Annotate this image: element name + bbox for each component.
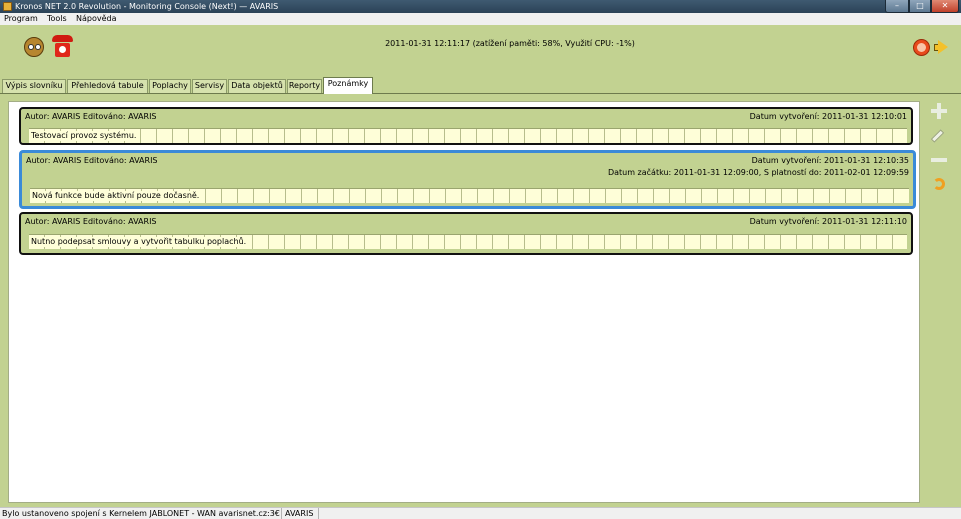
undo-button[interactable] bbox=[930, 175, 948, 193]
tab-services[interactable]: Servisy bbox=[192, 79, 227, 93]
maximize-button[interactable]: □ bbox=[909, 0, 931, 13]
menu-help[interactable]: Nápověda bbox=[76, 14, 117, 24]
status-bar: Bylo ustanoveno spojení s Kernelem JABLO… bbox=[0, 507, 961, 519]
undo-icon bbox=[933, 178, 945, 190]
tab-notes[interactable]: Poznámky bbox=[323, 77, 373, 94]
tab-reports[interactable]: Reporty bbox=[287, 79, 322, 93]
note-created: Datum vytvoření: 2011-01-31 12:11:10 bbox=[749, 217, 907, 226]
tab-object-data[interactable]: Data objektů bbox=[228, 79, 286, 93]
tab-bar: Výpis slovníku Přehledová tabule Poplach… bbox=[0, 77, 961, 94]
menu-program[interactable]: Program bbox=[4, 14, 38, 24]
note-text: Nutno podepsat smlouvy a vytvořit tabulk… bbox=[31, 237, 250, 247]
note-header: Autor: AVARIS Editováno: AVARIS Datum vy… bbox=[22, 153, 913, 206]
note-author: Autor: AVARIS Editováno: AVARIS bbox=[25, 112, 157, 121]
note-card[interactable]: Autor: AVARIS Editováno: AVARIS Datum vy… bbox=[19, 212, 913, 255]
note-created: Datum vytvoření: 2011-01-31 12:10:01 bbox=[749, 112, 907, 121]
edit-note-button[interactable] bbox=[930, 127, 948, 145]
minimize-button[interactable]: – bbox=[885, 0, 909, 13]
note-body[interactable]: Testovací provoz systému. bbox=[29, 128, 907, 143]
note-author: Autor: AVARIS Editováno: AVARIS bbox=[26, 156, 158, 165]
note-card[interactable]: Autor: AVARIS Editováno: AVARIS Datum vy… bbox=[19, 107, 913, 145]
connection-status: Bylo ustanoveno spojení s Kernelem JABLO… bbox=[0, 508, 282, 519]
toolbar: 2011-01-31 12:11:17 (zatížení paměti: 58… bbox=[0, 25, 961, 73]
minimize-icon: – bbox=[895, 1, 899, 10]
close-button[interactable]: ✕ bbox=[931, 0, 959, 13]
note-header: Autor: AVARIS Editováno: AVARIS Datum vy… bbox=[21, 109, 911, 143]
close-icon: ✕ bbox=[941, 1, 949, 10]
speaker-icon[interactable] bbox=[934, 40, 952, 55]
tab-divider bbox=[0, 93, 961, 94]
add-note-button[interactable] bbox=[930, 102, 948, 120]
menu-bar: Program Tools Nápověda bbox=[0, 13, 961, 25]
note-body[interactable]: Nová funkce bude aktivní pouze dočasně. bbox=[30, 188, 909, 203]
window-title: Kronos NET 2.0 Revolution - Monitoring C… bbox=[15, 2, 279, 11]
note-body[interactable]: Nutno podepsat smlouvy a vytvořit tabulk… bbox=[29, 234, 907, 249]
maximize-icon: □ bbox=[916, 1, 924, 10]
note-text: Testovací provoz systému. bbox=[31, 131, 140, 141]
system-status-text: 2011-01-31 12:11:17 (zatížení paměti: 58… bbox=[385, 39, 635, 48]
note-created: Datum vytvoření: 2011-01-31 12:10:35 bbox=[751, 156, 909, 165]
note-author: Autor: AVARIS Editováno: AVARIS bbox=[25, 217, 157, 226]
tab-alarms[interactable]: Poplachy bbox=[149, 79, 191, 93]
app-icon bbox=[3, 2, 12, 11]
sad-face-icon[interactable] bbox=[913, 39, 930, 56]
notes-panel: Autor: AVARIS Editováno: AVARIS Datum vy… bbox=[8, 101, 920, 503]
pencil-icon bbox=[930, 129, 945, 143]
tab-overview-board[interactable]: Přehledová tabule bbox=[67, 79, 148, 93]
note-header: Autor: AVARIS Editováno: AVARIS Datum vy… bbox=[21, 214, 911, 253]
user-status: AVARIS bbox=[283, 508, 319, 519]
note-card-selected[interactable]: Autor: AVARIS Editováno: AVARIS Datum vy… bbox=[19, 150, 916, 209]
title-bar: Kronos NET 2.0 Revolution - Monitoring C… bbox=[0, 0, 961, 13]
tab-dictionary[interactable]: Výpis slovníku bbox=[2, 79, 66, 93]
note-text: Nová funkce bude aktivní pouze dočasně. bbox=[32, 191, 203, 201]
menu-tools[interactable]: Tools bbox=[47, 14, 67, 24]
remove-note-button[interactable] bbox=[930, 151, 948, 169]
note-validity: Datum začátku: 2011-01-31 12:09:00, S pl… bbox=[607, 168, 909, 177]
